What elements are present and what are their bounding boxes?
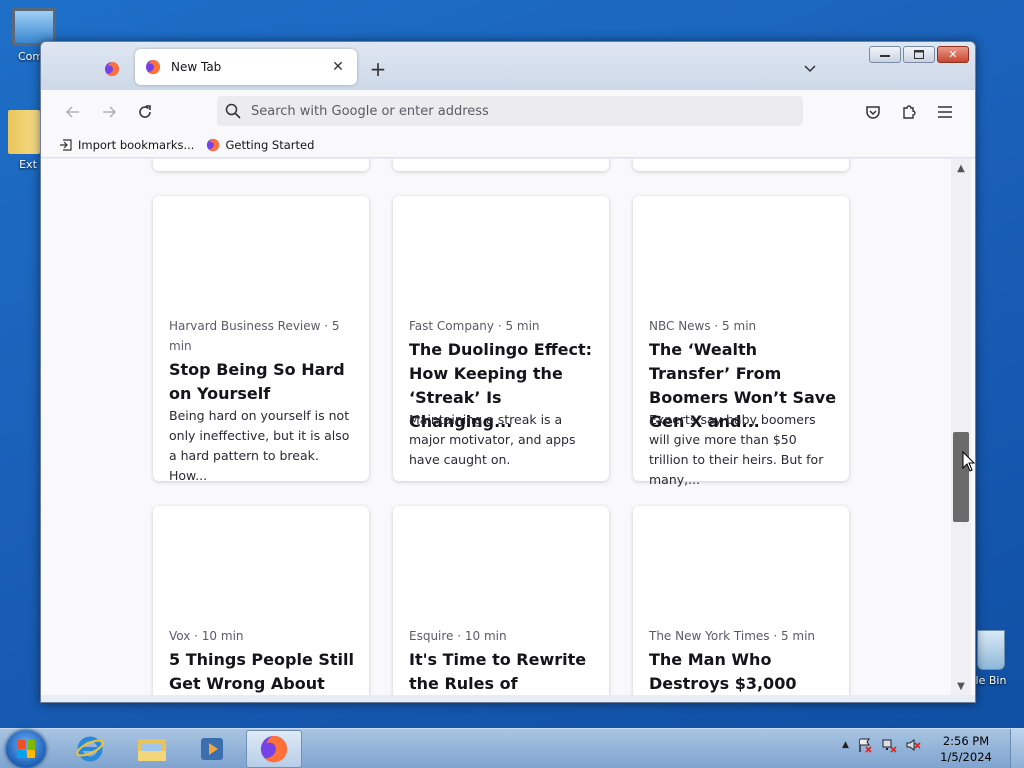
story-title: 5 Things People Still Get Wrong About [169,650,354,693]
firefox-icon [260,735,288,763]
address-bar[interactable] [217,96,803,126]
story-card[interactable]: Esquire · 10 min It's Time to Rewrite th… [393,506,609,695]
volume-icon[interactable] [905,737,921,753]
story-source: NBC News · 5 min [649,319,757,333]
story-card[interactable]: The New York Times · 5 min The Man Who D… [633,506,849,695]
bookmark-import[interactable]: Import bookmarks... [59,138,194,152]
recycle-bin-icon [977,630,1005,670]
scrollbar-thumb[interactable] [953,432,969,522]
chevron-down-icon [804,65,816,73]
story-source: Esquire · 10 min [409,629,507,643]
clock[interactable]: 2:56 PM 1/5/2024 [930,733,1002,765]
tab-firefox[interactable] [97,52,127,86]
hamburger-menu-icon [938,106,952,118]
story-excerpt: Experts say baby boomers will give more … [649,412,824,487]
tab-bar: New Tab ✕ + ✕ [41,42,975,90]
system-tray: ▲ [842,737,921,753]
clock-time: 2:56 PM [942,734,990,748]
story-source: The New York Times · 5 min [649,629,816,643]
story-title: Stop Being So Hard on Yourself [169,360,345,403]
scroll-up-icon[interactable]: ▲ [951,161,971,175]
bookmark-label: Getting Started [225,137,315,152]
folder-icon [8,110,40,154]
taskbar: ▲ 2:56 PM 1/5/2024 [0,728,1024,768]
story-card[interactable]: Fast Company · 5 min The Duolingo Effect… [393,196,609,481]
maximize-button[interactable] [903,46,935,63]
import-icon [60,138,72,151]
show-hidden-icons-icon[interactable]: ▲ [842,740,849,750]
story-card[interactable] [633,159,849,171]
taskbar-firefox[interactable] [246,730,302,768]
story-card[interactable]: NBC News · 5 min The ‘Wealth Transfer’ F… [633,196,849,487]
story-excerpt: Maintaining a streak is a major motivato… [409,412,576,467]
arrow-left-icon [65,106,79,118]
mouse-cursor-icon [962,451,976,472]
close-window-button[interactable]: ✕ [937,46,969,63]
media-player-icon [201,738,223,760]
window-controls: ✕ [869,46,969,63]
show-desktop-button[interactable] [1010,729,1024,768]
reload-icon [139,105,151,118]
windows-logo-icon [17,740,35,758]
firefox-icon [146,60,161,75]
scroll-down-icon[interactable]: ▼ [951,679,971,693]
back-button[interactable] [59,98,87,126]
firefox-icon [105,62,120,77]
taskbar-media-player[interactable] [184,730,240,768]
close-icon: ✕ [948,48,958,61]
network-icon[interactable] [881,737,897,753]
navigation-toolbar [41,90,975,132]
puzzle-icon [903,105,916,119]
maximize-icon [914,50,924,59]
minimize-icon [880,54,890,57]
story-source: Harvard Business Review · 5 min [169,319,340,353]
minimize-button[interactable] [869,46,901,63]
taskbar-internet-explorer[interactable] [62,730,118,768]
new-tab-page: Harvard Business Review · 5 min Stop Bei… [41,159,975,695]
story-excerpt: Being hard on yourself is not only ineff… [169,408,350,483]
firefox-icon [207,138,220,151]
pocket-button[interactable] [859,98,887,126]
bookmarks-toolbar: Import bookmarks... Getting Started [41,132,975,158]
forward-button[interactable] [95,98,123,126]
close-tab-icon[interactable]: ✕ [329,58,347,76]
action-center-flag-icon[interactable] [857,737,873,753]
search-input[interactable] [251,103,771,119]
browser-window: New Tab ✕ + ✕ Search with Google or ente… [40,41,976,703]
internet-explorer-icon [76,736,104,762]
story-card[interactable]: Harvard Business Review · 5 min Stop Bei… [153,196,369,483]
new-tab-button[interactable]: + [365,56,391,82]
folder-icon [138,739,166,761]
app-menu-button[interactable] [931,98,959,126]
reload-button[interactable] [131,98,159,126]
story-card[interactable] [393,159,609,171]
extensions-button[interactable] [895,98,923,126]
story-title: The Man Who Destroys $3,000 Handbags on [649,650,797,693]
bookmark-getting-started[interactable]: Getting Started [206,138,314,152]
story-card[interactable] [153,159,369,171]
start-button[interactable] [6,730,46,768]
tab-title: New Tab [171,60,222,74]
clock-date: 1/5/2024 [940,750,992,764]
bookmark-label: Import bookmarks... [78,137,195,152]
arrow-right-icon [103,106,117,118]
tab-new-tab[interactable]: New Tab ✕ [135,49,357,85]
search-icon [225,103,241,119]
list-all-tabs-button[interactable] [797,56,823,82]
story-source: Vox · 10 min [169,629,244,643]
story-title: It's Time to Rewrite the Rules of Histor… [409,650,587,693]
taskbar-file-explorer[interactable] [124,730,180,768]
vertical-scrollbar[interactable]: ▲ ▼ [951,159,971,695]
pocket-icon [866,106,880,119]
story-source: Fast Company · 5 min [409,319,540,333]
story-card[interactable]: Vox · 10 min 5 Things People Still Get W… [153,506,369,695]
